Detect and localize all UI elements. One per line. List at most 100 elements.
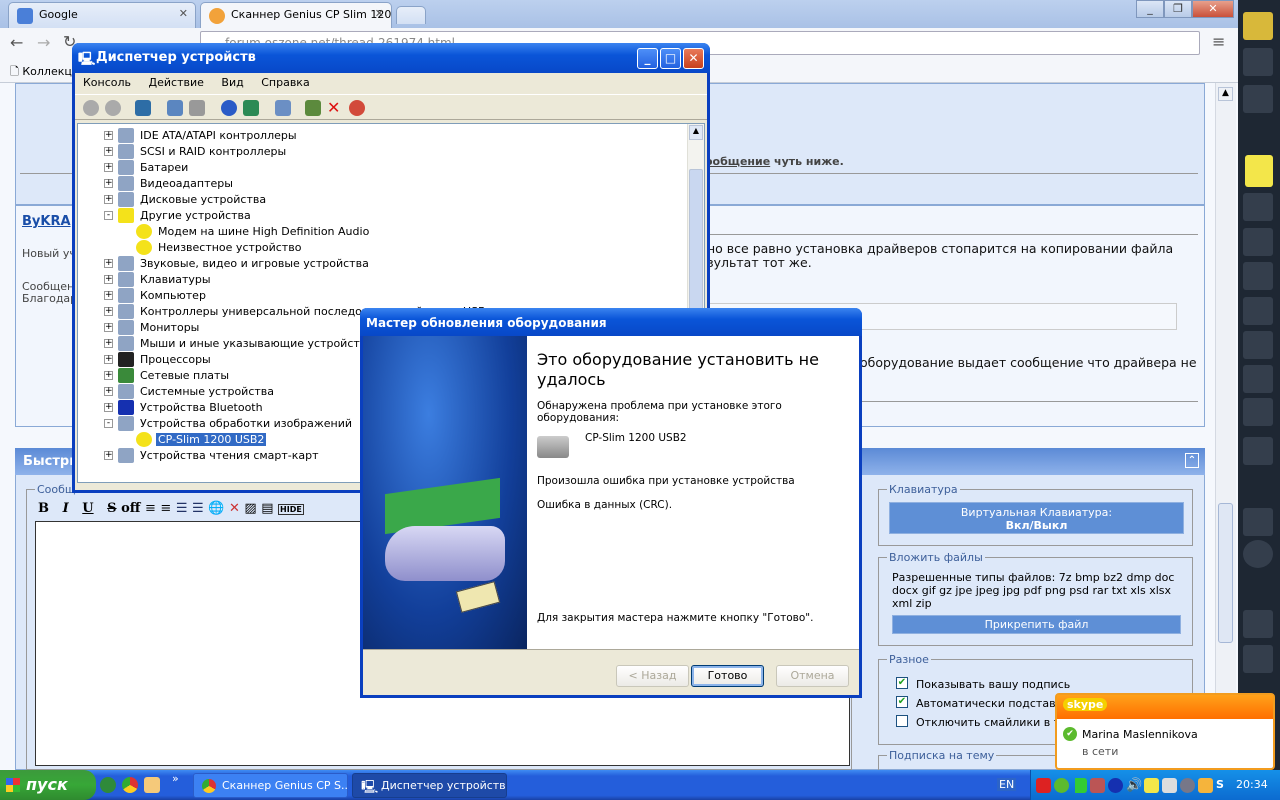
side-app-icon[interactable] [1243, 331, 1273, 359]
side-app-icon[interactable] [1243, 610, 1273, 638]
side-app-icon[interactable] [1243, 193, 1273, 221]
menu-action[interactable]: Действие [149, 76, 204, 89]
expand-icon[interactable]: + [104, 307, 113, 316]
expand-icon[interactable]: + [104, 323, 113, 332]
atk-icon[interactable] [1198, 778, 1213, 793]
more-icon[interactable]: » [172, 772, 179, 785]
card-reader-icon[interactable] [1162, 778, 1177, 793]
side-app-icon[interactable] [1243, 437, 1273, 465]
notice-link[interactable]: ообщение [705, 155, 770, 168]
device-manager-titlebar[interactable]: 🖳 Диспетчер устройств _ □ ✕ [72, 43, 710, 73]
disable-smilies-checkbox[interactable] [896, 715, 908, 727]
signal-icon[interactable] [1072, 778, 1087, 793]
post-author-link[interactable]: ByKRA [22, 214, 71, 229]
ati-icon[interactable] [1036, 778, 1051, 793]
bluetooth-icon[interactable] [1108, 778, 1123, 793]
minimize-button[interactable]: _ [637, 48, 658, 69]
back-icon[interactable] [83, 100, 99, 116]
virtual-keyboard-button[interactable]: Виртуальная Клавиатура: Вкл/Выкл [889, 502, 1184, 534]
back-button[interactable]: < Назад [616, 665, 689, 687]
menu-icon[interactable]: ≡ [1212, 32, 1225, 51]
collapse-icon[interactable]: ⌃ [1185, 453, 1199, 468]
side-app-icon[interactable] [1243, 48, 1273, 76]
expand-icon[interactable]: + [104, 275, 113, 284]
properties-icon[interactable] [167, 100, 183, 116]
image-icon[interactable]: ▨ [244, 501, 256, 516]
strike-button[interactable]: S [107, 501, 116, 516]
side-app-icon[interactable] [1243, 540, 1273, 568]
network-icon[interactable] [1090, 778, 1105, 793]
forward-icon[interactable] [105, 100, 121, 116]
show-hide-tree-icon[interactable] [135, 100, 151, 116]
language-indicator[interactable]: EN [997, 778, 1017, 791]
media-icon[interactable] [1180, 778, 1195, 793]
quicklaunch-app-icon[interactable] [144, 777, 160, 793]
side-app-icon[interactable] [1243, 228, 1273, 256]
align-center-icon[interactable]: ≡ [145, 501, 156, 516]
print-icon[interactable] [189, 100, 205, 116]
maximize-button[interactable]: □ [660, 48, 681, 69]
auto-parse-checkbox[interactable]: ✔ [896, 696, 908, 708]
underline-button[interactable]: U [82, 501, 93, 516]
close-tab-icon[interactable]: ✕ [179, 7, 188, 20]
volume-icon[interactable]: 🔊 [1126, 778, 1142, 793]
help-icon[interactable] [221, 100, 237, 116]
expand-icon[interactable]: + [104, 355, 113, 364]
taskbar-item-chrome[interactable]: Сканнер Genius CP S... [193, 773, 348, 798]
disable-icon[interactable] [349, 100, 365, 116]
side-app-icon[interactable] [1243, 85, 1273, 113]
side-app-icon[interactable] [1243, 262, 1273, 290]
unlink-icon[interactable]: ✕ [229, 501, 240, 516]
new-tab-button[interactable] [396, 6, 426, 24]
attach-file-button[interactable]: Прикрепить файл [892, 615, 1181, 634]
menu-help[interactable]: Справка [261, 76, 309, 89]
italic-button[interactable]: I [63, 501, 69, 516]
side-app-icon[interactable] [1243, 508, 1273, 536]
update-driver-icon[interactable] [305, 100, 321, 116]
side-app-icon[interactable] [1243, 297, 1273, 325]
skype-tray-icon[interactable] [1054, 778, 1069, 793]
off-button[interactable]: off [121, 501, 140, 516]
expand-icon[interactable]: + [104, 403, 113, 412]
tab-google[interactable]: Google ✕ [8, 2, 196, 28]
link-icon[interactable]: 🌐 [208, 501, 224, 516]
bullet-list-icon[interactable]: ☰ [192, 501, 204, 516]
close-button[interactable]: ✕ [1192, 0, 1234, 18]
show-signature-checkbox[interactable]: ✔ [896, 677, 908, 689]
expand-icon[interactable]: + [104, 451, 113, 460]
expand-icon[interactable]: + [104, 371, 113, 380]
tab-scanner[interactable]: Сканнер Genius CP Slim 120( ✕ [200, 2, 392, 28]
expand-icon[interactable]: + [104, 291, 113, 300]
expand-icon[interactable]: + [104, 179, 113, 188]
skype-notification[interactable]: skype ✔ Marina Maslennikova в сети [1055, 693, 1275, 770]
expand-icon[interactable]: + [104, 195, 113, 204]
key-app-icon[interactable] [1245, 155, 1273, 187]
collapse-icon[interactable]: - [104, 419, 113, 428]
minimize-button[interactable]: _ [1136, 0, 1164, 18]
expand-icon[interactable]: + [104, 259, 113, 268]
bold-button[interactable]: B [38, 501, 49, 516]
finish-button[interactable]: Готово [691, 665, 764, 687]
quote-icon[interactable]: ▤ [261, 501, 273, 516]
chrome-icon[interactable] [122, 777, 138, 793]
menu-view[interactable]: Вид [221, 76, 243, 89]
cancel-button[interactable]: Отмена [776, 665, 849, 687]
restore-button[interactable]: ❐ [1164, 0, 1192, 18]
expand-icon[interactable]: + [104, 163, 113, 172]
scroll-up-icon[interactable]: ▲ [1218, 87, 1233, 101]
ordered-list-icon[interactable]: ☰ [176, 501, 188, 516]
side-app-icon[interactable] [1243, 365, 1273, 393]
bookmark-item[interactable]: Коллекц [22, 65, 72, 78]
collapse-icon[interactable]: - [104, 211, 113, 220]
page-scrollbar[interactable]: ▲ [1215, 83, 1236, 770]
taskbar-item-device-manager[interactable]: 🖳 Диспетчер устройств [352, 773, 507, 798]
safely-remove-icon[interactable] [1144, 778, 1159, 793]
side-app-icon[interactable] [1243, 12, 1273, 40]
scroll-thumb[interactable] [1218, 503, 1233, 643]
close-tab-icon[interactable]: ✕ [375, 7, 384, 20]
export-icon[interactable] [243, 100, 259, 116]
close-button[interactable]: ✕ [683, 48, 704, 69]
uninstall-icon[interactable]: ✕ [327, 100, 343, 116]
side-app-icon[interactable] [1243, 645, 1273, 673]
expand-icon[interactable]: + [104, 339, 113, 348]
